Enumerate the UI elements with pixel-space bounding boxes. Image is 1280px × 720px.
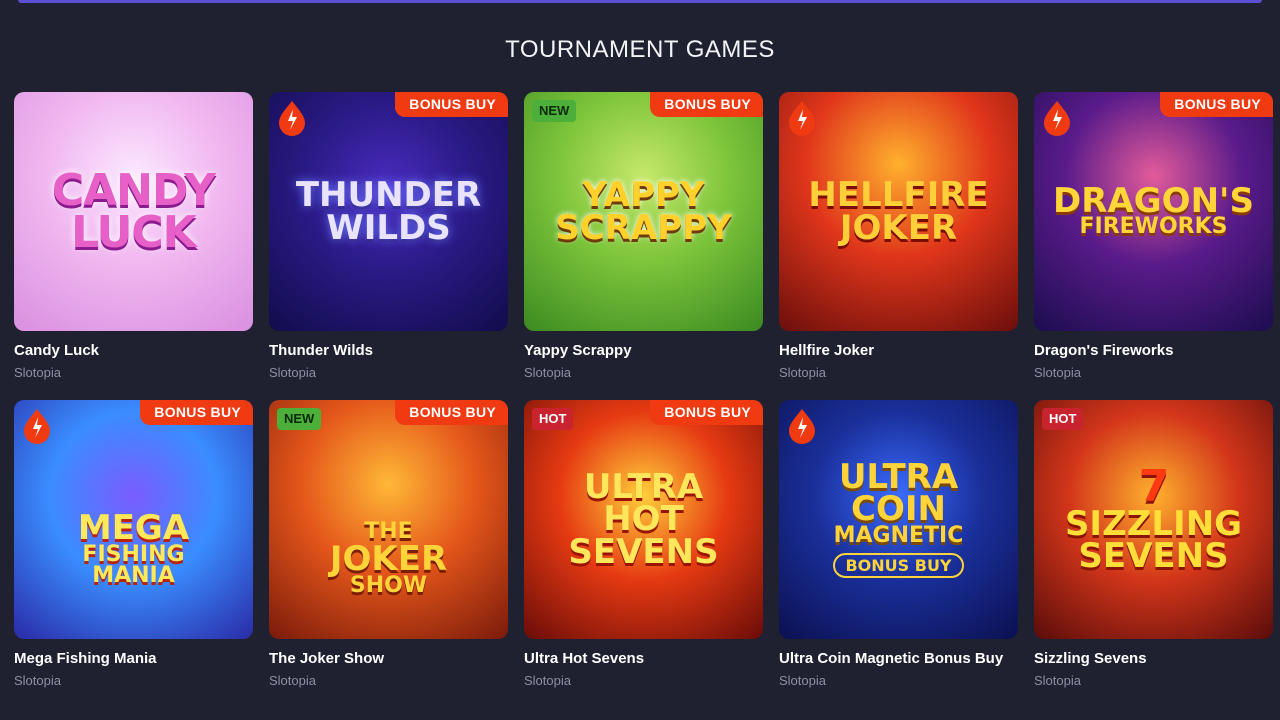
section-title: TOURNAMENT GAMES bbox=[505, 36, 775, 63]
game-card-yappy-scrappy[interactable]: NEW BONUS BUY YAPPY SCRAPPY Yappy Scrapp… bbox=[524, 92, 763, 380]
game-name[interactable]: Mega Fishing Mania bbox=[14, 650, 253, 667]
game-art-title: ULTRA COIN MAGNETIC BONUS BUY bbox=[779, 400, 1018, 639]
game-provider: Slotopia bbox=[524, 365, 571, 380]
game-card-thunder-wilds[interactable]: BONUS BUY THUNDER WILDS Thunder Wilds Sl… bbox=[269, 92, 508, 380]
game-thumbnail[interactable]: HOT 7 SIZZLING SEVENS bbox=[1034, 400, 1273, 639]
game-card-dragons-fireworks[interactable]: BONUS BUY DRAGON'S FIREWORKS Dragon's Fi… bbox=[1034, 92, 1273, 380]
game-thumbnail[interactable]: NEW BONUS BUY THE JOKER SHOW bbox=[269, 400, 508, 639]
game-name[interactable]: Sizzling Sevens bbox=[1034, 650, 1273, 667]
game-provider: Slotopia bbox=[779, 365, 826, 380]
game-art-title: THE JOKER SHOW bbox=[329, 519, 448, 598]
game-thumbnail[interactable]: CANDY LUCK bbox=[14, 92, 253, 331]
game-card-ultra-hot-sevens[interactable]: HOT BONUS BUY ULTRA HOT SEVENS Ultra Hot… bbox=[524, 400, 763, 688]
game-card-ultra-coin-magnetic[interactable]: ULTRA COIN MAGNETIC BONUS BUY Ultra Coin… bbox=[779, 400, 1018, 688]
game-thumbnail[interactable]: HELLFIRE JOKER bbox=[779, 92, 1018, 331]
game-name[interactable]: Yappy Scrappy bbox=[524, 342, 763, 359]
game-name[interactable]: Hellfire Joker bbox=[779, 342, 1018, 359]
game-name[interactable]: The Joker Show bbox=[269, 650, 508, 667]
game-provider: Slotopia bbox=[1034, 673, 1081, 688]
game-card-hellfire-joker[interactable]: HELLFIRE JOKER Hellfire Joker Slotopia bbox=[779, 92, 1018, 380]
game-thumbnail[interactable]: NEW BONUS BUY YAPPY SCRAPPY bbox=[524, 92, 763, 331]
games-grid: CANDY LUCK Candy Luck Slotopia BONUS BUY… bbox=[14, 92, 1274, 688]
art-bonus-buy-pill: BONUS BUY bbox=[833, 552, 964, 578]
game-thumbnail[interactable]: HOT BONUS BUY ULTRA HOT SEVENS bbox=[524, 400, 763, 639]
game-name[interactable]: Ultra Hot Sevens bbox=[524, 650, 763, 667]
game-art-title: THUNDER WILDS bbox=[295, 175, 482, 248]
top-accent-bar bbox=[18, 0, 1262, 3]
game-provider: Slotopia bbox=[269, 673, 316, 688]
game-card-sizzling-sevens[interactable]: HOT 7 SIZZLING SEVENS Sizzling Sevens Sl… bbox=[1034, 400, 1273, 688]
game-card-candy-luck[interactable]: CANDY LUCK Candy Luck Slotopia bbox=[14, 92, 253, 380]
game-art-title: YAPPY SCRAPPY bbox=[555, 175, 732, 248]
game-provider: Slotopia bbox=[14, 673, 61, 688]
game-provider: Slotopia bbox=[269, 365, 316, 380]
game-thumbnail[interactable]: BONUS BUY MEGA FISHING MANIA bbox=[14, 400, 253, 639]
game-art-title: HELLFIRE JOKER bbox=[808, 175, 989, 248]
game-name[interactable]: Ultra Coin Magnetic Bonus Buy bbox=[779, 650, 1018, 667]
game-art-title: MEGA FISHING MANIA bbox=[77, 508, 190, 588]
game-provider: Slotopia bbox=[14, 365, 61, 380]
game-art-title: CANDY LUCK bbox=[51, 164, 216, 258]
game-thumbnail[interactable]: BONUS BUY THUNDER WILDS bbox=[269, 92, 508, 331]
game-provider: Slotopia bbox=[779, 673, 826, 688]
game-card-the-joker-show[interactable]: NEW BONUS BUY THE JOKER SHOW The Joker S… bbox=[269, 400, 508, 688]
game-card-mega-fishing-mania[interactable]: BONUS BUY MEGA FISHING MANIA Mega Fishin… bbox=[14, 400, 253, 688]
game-art-title: 7 SIZZLING SEVENS bbox=[1064, 461, 1243, 577]
game-art-title: DRAGON'S FIREWORKS bbox=[1053, 180, 1254, 240]
game-thumbnail[interactable]: BONUS BUY DRAGON'S FIREWORKS bbox=[1034, 92, 1273, 331]
game-provider: Slotopia bbox=[1034, 365, 1081, 380]
game-thumbnail[interactable]: ULTRA COIN MAGNETIC BONUS BUY bbox=[779, 400, 1018, 639]
game-name[interactable]: Candy Luck bbox=[14, 342, 253, 359]
game-name[interactable]: Dragon's Fireworks bbox=[1034, 342, 1273, 359]
game-art-title: ULTRA HOT SEVENS bbox=[568, 467, 719, 572]
game-name[interactable]: Thunder Wilds bbox=[269, 342, 508, 359]
game-provider: Slotopia bbox=[524, 673, 571, 688]
